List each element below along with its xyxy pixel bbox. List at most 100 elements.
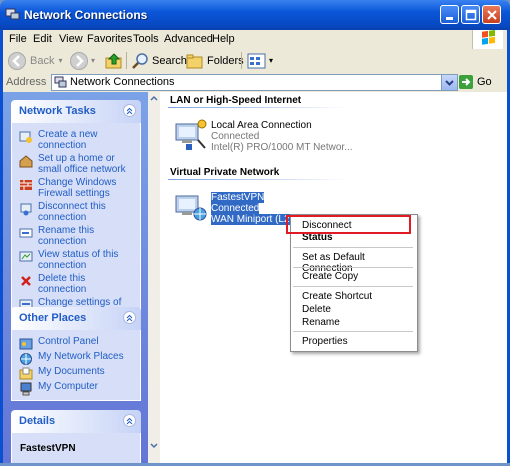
details-body: FastestVPN — [11, 433, 141, 463]
group-vpn-title: Virtual Private Network — [170, 167, 280, 178]
lan-connection-name: Local Area Connection — [211, 120, 312, 131]
network-connections-icon — [54, 76, 67, 88]
home-network-icon — [19, 155, 33, 168]
views-icon — [247, 53, 266, 68]
back-dropdown-icon[interactable]: ▾ — [58, 56, 62, 65]
network-tasks-panel: Network Tasks Create a new connection Se… — [11, 100, 141, 326]
window-title: Network Connections — [24, 8, 148, 22]
other-places-list: Control Panel My Network Places My Docum… — [11, 330, 141, 401]
lan-connection-status: Connected — [211, 131, 260, 142]
group-lan-title: LAN or High-Speed Internet — [170, 95, 302, 106]
place-my-network-places[interactable]: My Network Places — [12, 351, 140, 365]
menu-view[interactable]: View — [59, 33, 83, 45]
task-create-connection[interactable]: Create a new connection — [12, 129, 140, 151]
toolbar-separator — [241, 52, 242, 69]
menu-item-properties[interactable]: Properties — [302, 336, 348, 347]
views-dropdown-icon[interactable]: ▾ — [269, 56, 273, 65]
menu-separator — [293, 286, 413, 287]
network-connections-icon — [5, 8, 20, 20]
views-button[interactable]: ▾ — [247, 51, 273, 70]
forward-button[interactable]: ▾ — [69, 51, 95, 70]
go-arrow-icon — [459, 74, 473, 89]
folders-button[interactable]: Folders — [186, 51, 244, 70]
firewall-icon — [20, 180, 32, 190]
close-icon — [487, 10, 497, 20]
up-folder-button[interactable] — [105, 51, 123, 70]
my-documents-icon — [19, 367, 33, 380]
my-computer-icon — [20, 382, 32, 396]
search-button[interactable]: Search — [131, 51, 187, 70]
other-places-panel: Other Places Control Panel My Network Pl… — [11, 307, 141, 401]
lan-connection-device: Intel(R) PRO/1000 MT Networ... — [211, 142, 353, 153]
group-divider — [168, 107, 348, 108]
disconnect-icon — [20, 203, 32, 216]
windows-logo-icon — [472, 29, 503, 49]
task-view-status[interactable]: View status of this connection — [12, 249, 140, 271]
back-button[interactable]: Back ▾ — [7, 51, 62, 70]
forward-dropdown-icon[interactable]: ▾ — [91, 56, 95, 65]
place-my-documents[interactable]: My Documents — [12, 366, 140, 380]
task-firewall-settings[interactable]: Change Windows Firewall settings — [12, 177, 140, 199]
menu-item-delete[interactable]: Delete — [302, 304, 331, 315]
place-control-panel[interactable]: Control Panel — [12, 336, 140, 350]
tasks-pane-scrollbar[interactable] — [148, 92, 160, 463]
vpn-connection-name: FastestVPN — [211, 192, 265, 203]
task-home-network[interactable]: Set up a home or small office network — [12, 153, 140, 175]
maximize-button[interactable] — [461, 5, 480, 24]
network-tasks-list: Create a new connection Set up a home or… — [11, 123, 141, 326]
menu-advanced[interactable]: Advanced — [164, 33, 213, 45]
task-delete[interactable]: Delete this connection — [12, 273, 140, 295]
status-icon — [19, 251, 33, 262]
group-divider — [168, 179, 348, 180]
new-connection-icon — [19, 131, 32, 143]
collapse-chevron-icon[interactable] — [123, 311, 136, 324]
lan-connection-item[interactable]: Local Area Connection Connected Intel(R)… — [172, 116, 362, 156]
menu-bar: File Edit View Favorites Tools Advanced … — [3, 29, 507, 50]
minimize-button[interactable] — [440, 5, 459, 24]
search-icon — [132, 52, 148, 69]
details-name: FastestVPN — [20, 443, 76, 454]
collapse-chevron-icon[interactable] — [123, 104, 136, 117]
address-dropdown-button[interactable] — [441, 75, 457, 90]
back-arrow-icon — [8, 51, 26, 70]
toolbar: Back ▾ ▾ Search Folders ▾ — [3, 49, 507, 73]
address-input[interactable]: Network Connections — [51, 74, 458, 91]
menu-tools[interactable]: Tools — [133, 33, 159, 45]
details-panel: Details FastestVPN — [11, 410, 141, 463]
details-header[interactable]: Details — [11, 410, 141, 433]
tasks-pane: Network Tasks Create a new connection Se… — [3, 92, 148, 463]
network-places-icon — [20, 353, 32, 365]
collapse-chevron-icon[interactable] — [123, 414, 136, 427]
menu-item-create-shortcut[interactable]: Create Shortcut — [302, 291, 372, 302]
menu-favorites[interactable]: Favorites — [87, 33, 132, 45]
folders-icon — [186, 54, 203, 68]
address-bar: Address Network Connections Go — [3, 72, 507, 93]
address-label: Address — [6, 76, 47, 88]
context-menu: Disconnect Status Set as Default Connect… — [290, 214, 418, 352]
task-disconnect[interactable]: Disconnect this connection — [12, 201, 140, 223]
menu-item-create-copy[interactable]: Create Copy — [302, 271, 358, 282]
up-folder-icon — [105, 52, 122, 68]
chevron-down-icon — [445, 80, 454, 86]
menu-edit[interactable]: Edit — [33, 33, 52, 45]
vpn-connection-status: Connected — [211, 203, 260, 214]
close-button[interactable] — [482, 5, 501, 24]
address-value: Network Connections — [70, 76, 175, 88]
go-button[interactable]: Go — [458, 73, 492, 90]
minimize-icon — [446, 17, 453, 20]
menu-help[interactable]: Help — [212, 33, 235, 45]
menu-separator — [293, 267, 413, 268]
vpn-connection-icon — [175, 195, 207, 221]
network-tasks-header[interactable]: Network Tasks — [11, 100, 141, 123]
toolbar-separator — [126, 52, 127, 69]
highlight-annotation-box — [286, 215, 411, 234]
task-rename[interactable]: Rename this connection — [12, 225, 140, 247]
menu-separator — [293, 247, 413, 248]
scrollbar-arrows-icon — [150, 95, 158, 449]
place-my-computer[interactable]: My Computer — [12, 381, 140, 396]
other-places-header[interactable]: Other Places — [11, 307, 141, 330]
maximize-icon — [465, 9, 477, 21]
menu-item-rename[interactable]: Rename — [302, 317, 340, 328]
title-bar[interactable]: Network Connections — [0, 0, 510, 30]
menu-file[interactable]: File — [9, 33, 27, 45]
